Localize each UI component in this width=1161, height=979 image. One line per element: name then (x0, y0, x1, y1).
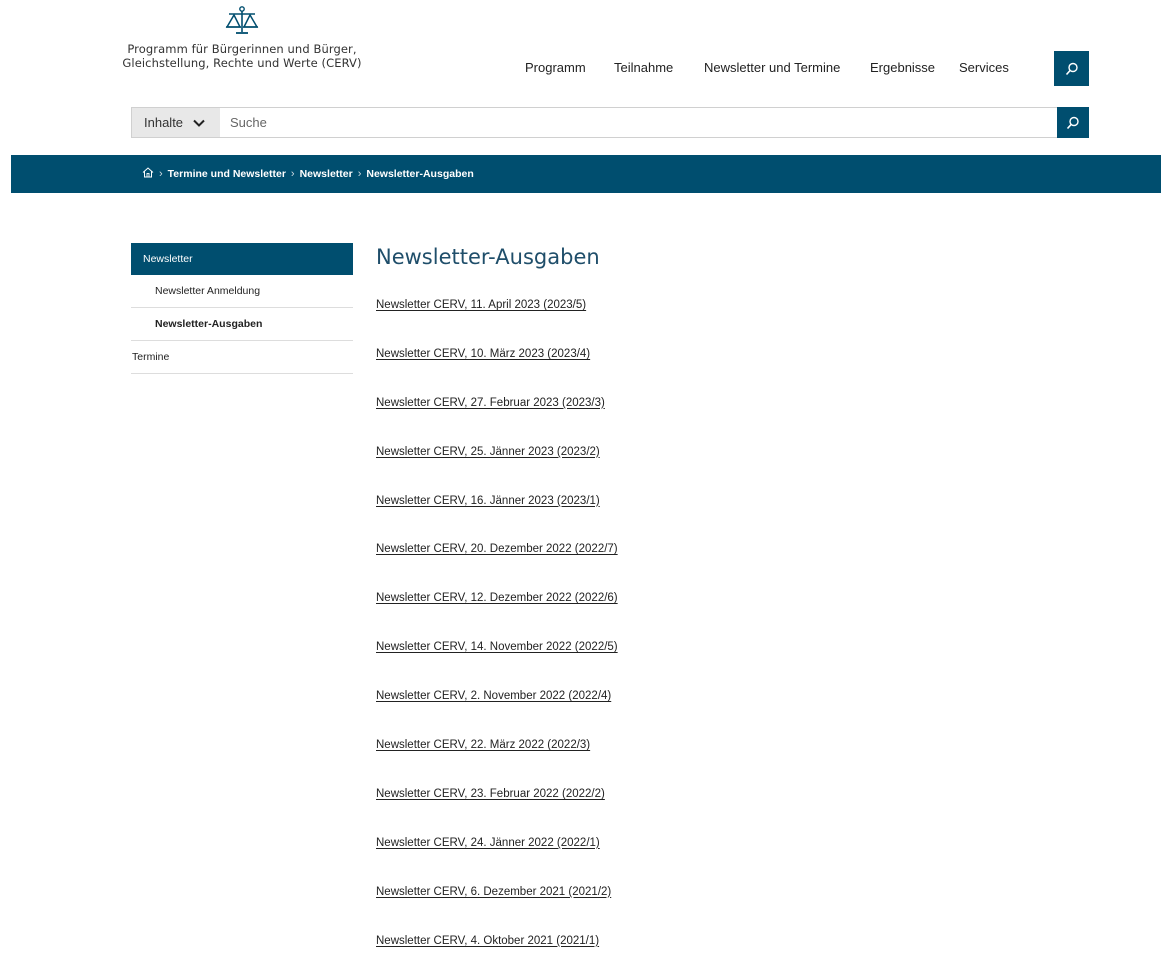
nav-newsletter-und-termine[interactable]: Newsletter und Termine (704, 60, 840, 75)
breadcrumb-termine-newsletter[interactable]: Termine und Newsletter (168, 168, 286, 180)
newsletter-issue-link[interactable]: Newsletter CERV, 27. Februar 2023 (2023/… (376, 397, 605, 409)
breadcrumb-home[interactable] (142, 167, 154, 181)
home-icon (142, 167, 154, 178)
list-item: Newsletter CERV, 27. Februar 2023 (2023/… (376, 393, 618, 442)
breadcrumb-separator: › (290, 168, 295, 180)
sidebar-item-newsletter-ausgaben[interactable]: Newsletter-Ausgaben (131, 308, 353, 341)
newsletter-issue-link[interactable]: Newsletter CERV, 24. Jänner 2022 (2022/1… (376, 837, 600, 849)
newsletter-issue-list: Newsletter CERV, 11. April 2023 (2023/5)… (376, 295, 618, 979)
list-item: Newsletter CERV, 23. Februar 2022 (2022/… (376, 784, 618, 833)
breadcrumb-separator: › (357, 168, 362, 180)
sidebar-navigation: Newsletter Newsletter Anmeldung Newslett… (131, 243, 353, 374)
list-item: Newsletter CERV, 11. April 2023 (2023/5) (376, 295, 618, 344)
breadcrumb: › Termine und Newsletter › Newsletter › … (142, 155, 474, 193)
list-item: Newsletter CERV, 12. Dezember 2022 (2022… (376, 588, 618, 637)
breadcrumb-current: Newsletter-Ausgaben (366, 168, 474, 180)
newsletter-issue-link[interactable]: Newsletter CERV, 6. Dezember 2021 (2021/… (376, 886, 611, 898)
breadcrumb-newsletter[interactable]: Newsletter (300, 168, 353, 180)
main-content: Newsletter-Ausgaben Newsletter CERV, 11.… (376, 243, 1076, 947)
search-scope-dropdown[interactable]: Inhalte (132, 108, 220, 137)
nav-ergebnisse[interactable]: Ergebnisse (870, 60, 935, 75)
list-item: Newsletter CERV, 20. Dezember 2022 (2022… (376, 539, 618, 588)
list-item: Newsletter CERV, 25. Jänner 2023 (2023/2… (376, 442, 618, 491)
list-item: Newsletter CERV, 6. Dezember 2021 (2021/… (376, 882, 618, 931)
newsletter-issue-link[interactable]: Newsletter CERV, 25. Jänner 2023 (2023/2… (376, 446, 600, 458)
newsletter-issue-link[interactable]: Newsletter CERV, 20. Dezember 2022 (2022… (376, 543, 618, 555)
list-item: Newsletter CERV, 14. November 2022 (2022… (376, 637, 618, 686)
list-item: Newsletter CERV, 16. Jänner 2023 (2023/1… (376, 491, 618, 540)
newsletter-issue-link[interactable]: Newsletter CERV, 10. März 2023 (2023/4) (376, 348, 590, 360)
site-header: Programm für Bürgerinnen und Bürger, Gle… (0, 0, 1161, 100)
breadcrumb-separator: › (159, 168, 163, 180)
newsletter-issue-link[interactable]: Newsletter CERV, 2. November 2022 (2022/… (376, 690, 611, 702)
search-icon (1065, 62, 1078, 75)
list-item: Newsletter CERV, 22. März 2022 (2022/3) (376, 735, 618, 784)
search-icon (1066, 116, 1079, 129)
search-input[interactable] (220, 108, 1057, 137)
list-item: Newsletter CERV, 4. Oktober 2021 (2021/1… (376, 931, 618, 979)
search-submit-button[interactable] (1057, 107, 1089, 138)
scales-of-justice-icon (225, 6, 259, 34)
site-logo[interactable]: Programm für Bürgerinnen und Bürger, Gle… (112, 6, 372, 70)
nav-programm[interactable]: Programm (525, 60, 586, 75)
logo-text: Programm für Bürgerinnen und Bürger, Gle… (112, 42, 372, 70)
list-item: Newsletter CERV, 24. Jänner 2022 (2022/1… (376, 833, 618, 882)
newsletter-issue-link[interactable]: Newsletter CERV, 22. März 2022 (2022/3) (376, 739, 590, 751)
header-search-button[interactable] (1054, 51, 1089, 86)
search-bar: Inhalte (131, 107, 1089, 138)
logo-line-2: Gleichstellung, Rechte und Werte (CERV) (122, 56, 362, 70)
sidebar-item-newsletter[interactable]: Newsletter (131, 243, 353, 275)
newsletter-issue-link[interactable]: Newsletter CERV, 4. Oktober 2021 (2021/1… (376, 935, 599, 947)
nav-teilnahme[interactable]: Teilnahme (614, 60, 673, 75)
page-title: Newsletter-Ausgaben (376, 245, 600, 269)
sidebar-item-newsletter-anmeldung[interactable]: Newsletter Anmeldung (131, 275, 353, 308)
newsletter-issue-link[interactable]: Newsletter CERV, 12. Dezember 2022 (2022… (376, 592, 618, 604)
list-item: Newsletter CERV, 2. November 2022 (2022/… (376, 686, 618, 735)
logo-line-1: Programm für Bürgerinnen und Bürger, (127, 42, 357, 56)
newsletter-issue-link[interactable]: Newsletter CERV, 23. Februar 2022 (2022/… (376, 788, 605, 800)
nav-services[interactable]: Services (959, 60, 1009, 75)
newsletter-issue-link[interactable]: Newsletter CERV, 14. November 2022 (2022… (376, 641, 618, 653)
breadcrumb-band: › Termine und Newsletter › Newsletter › … (11, 155, 1161, 193)
newsletter-issue-link[interactable]: Newsletter CERV, 16. Jänner 2023 (2023/1… (376, 495, 600, 507)
list-item: Newsletter CERV, 10. März 2023 (2023/4) (376, 344, 618, 393)
newsletter-issue-link[interactable]: Newsletter CERV, 11. April 2023 (2023/5) (376, 299, 586, 311)
sidebar-item-termine[interactable]: Termine (131, 341, 353, 374)
chevron-down-icon (193, 119, 205, 127)
search-scope-label: Inhalte (144, 115, 184, 130)
